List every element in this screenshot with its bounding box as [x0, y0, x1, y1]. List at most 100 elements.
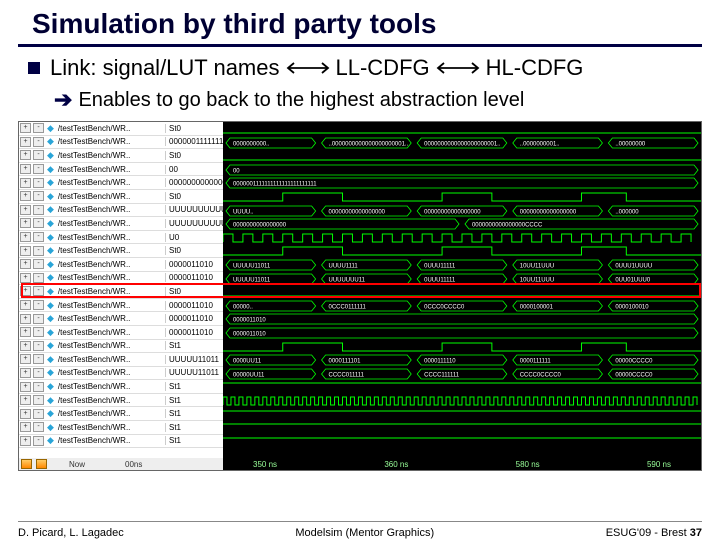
signal-row[interactable]: +-◆/testTestBench/WR..St1	[19, 380, 223, 394]
signal-row[interactable]: +-◆/testTestBench/WR..0000011010	[19, 312, 223, 326]
signal-row[interactable]: +-◆/testTestBench/WR..St1	[19, 435, 223, 449]
signal-value: 0000011010	[165, 301, 223, 310]
waveform-lane: 0000000000....0000000000000000000001..00…	[223, 136, 701, 150]
collapse-button[interactable]: -	[33, 409, 44, 419]
expand-button[interactable]: +	[20, 382, 31, 392]
collapse-button[interactable]: -	[33, 205, 44, 215]
signal-icon: ◆	[47, 164, 54, 175]
signal-icon: ◆	[47, 123, 54, 134]
footer-authors: D. Picard, L. Lagadec	[18, 527, 124, 539]
footer-right: ESUG'09 - Brest 37	[606, 527, 702, 539]
expand-button[interactable]: +	[20, 191, 31, 201]
collapse-button[interactable]: -	[33, 327, 44, 337]
collapse-button[interactable]: -	[33, 232, 44, 242]
collapse-button[interactable]: -	[33, 259, 44, 269]
svg-text:..0000000001..: ..0000000001..	[520, 141, 560, 147]
expand-button[interactable]: +	[20, 327, 31, 337]
signal-row[interactable]: +-◆/testTestBench/WR..0000000000000000	[19, 176, 223, 190]
svg-text:00000UU11: 00000UU11	[233, 372, 265, 378]
svg-text:0000100010: 0000100010	[615, 304, 649, 310]
expand-button[interactable]: +	[20, 137, 31, 147]
collapse-button[interactable]: -	[33, 137, 44, 147]
collapse-button[interactable]: -	[33, 123, 44, 133]
signal-row[interactable]: +-◆/testTestBench/WR..0000011010	[19, 299, 223, 313]
collapse-button[interactable]: -	[33, 164, 44, 174]
signal-row[interactable]: +-◆/testTestBench/WR..St1	[19, 340, 223, 354]
expand-button[interactable]: +	[20, 409, 31, 419]
expand-button[interactable]: +	[20, 395, 31, 405]
signal-row[interactable]: +-◆/testTestBench/WR..St0	[19, 122, 223, 136]
expand-button[interactable]: +	[20, 205, 31, 215]
collapse-button[interactable]: -	[33, 382, 44, 392]
collapse-button[interactable]: -	[33, 368, 44, 378]
waveform-lane: 00000000000000000000000000000000CCCC	[223, 217, 701, 231]
signal-row[interactable]: +-◆/testTestBench/WR..0000011010	[19, 258, 223, 272]
signal-value: St1	[165, 423, 223, 432]
signal-value: UUUUU11011	[165, 355, 223, 364]
collapse-button[interactable]: -	[33, 150, 44, 160]
signal-name: /testTestBench/WR..	[56, 273, 165, 282]
svg-text:CCCC0CCCC0: CCCC0CCCC0	[520, 372, 562, 378]
collapse-button[interactable]: -	[33, 341, 44, 351]
expand-button[interactable]: +	[20, 341, 31, 351]
signal-row[interactable]: +-◆/testTestBench/WR..St1	[19, 407, 223, 421]
signal-row[interactable]: +-◆/testTestBench/WR..UUUUU11011	[19, 353, 223, 367]
svg-text:UUUUU11011: UUUUU11011	[233, 263, 271, 269]
collapse-button[interactable]: -	[33, 273, 44, 283]
collapse-button[interactable]: -	[33, 191, 44, 201]
signal-row[interactable]: +-◆/testTestBench/WR..UUUUUUUUUUUUUUUU	[19, 204, 223, 218]
svg-text:0CCC0111111: 0CCC0111111	[329, 304, 367, 310]
signal-name: /testTestBench/WR..	[56, 205, 165, 214]
collapse-button[interactable]: -	[33, 314, 44, 324]
svg-text:00000000000000000: 00000000000000000	[329, 209, 386, 215]
signal-row[interactable]: +-◆/testTestBench/WR..UUUUUUUUUUUUUUUU	[19, 217, 223, 231]
collapse-button[interactable]: -	[33, 422, 44, 432]
signal-row[interactable]: +-◆/testTestBench/WR..00	[19, 163, 223, 177]
expand-button[interactable]: +	[20, 436, 31, 446]
signal-row[interactable]: +-◆/testTestBench/WR..St0	[19, 190, 223, 204]
signal-row[interactable]: +-◆/testTestBench/WR..0000011010	[19, 326, 223, 340]
expand-button[interactable]: +	[20, 164, 31, 174]
arrow-right-icon: ➔	[54, 87, 72, 113]
signal-row[interactable]: +-◆/testTestBench/WR..UUUUU11011	[19, 367, 223, 381]
svg-text:0000000000000000000001..: 0000000000000000000001..	[424, 141, 501, 147]
expand-button[interactable]: +	[20, 368, 31, 378]
expand-button[interactable]: +	[20, 150, 31, 160]
signal-row[interactable]: +-◆/testTestBench/WR..St0	[19, 244, 223, 258]
svg-text:00000..: 00000..	[233, 304, 253, 310]
collapse-button[interactable]: -	[33, 300, 44, 310]
expand-button[interactable]: +	[20, 259, 31, 269]
expand-button[interactable]: +	[20, 300, 31, 310]
expand-button[interactable]: +	[20, 218, 31, 228]
signal-row[interactable]: +-◆/testTestBench/WR..St1	[19, 394, 223, 408]
signal-row[interactable]: +-◆/testTestBench/WR..St1	[19, 421, 223, 435]
collapse-button[interactable]: -	[33, 436, 44, 446]
signal-icon: ◆	[47, 408, 54, 419]
expand-button[interactable]: +	[20, 273, 31, 283]
expand-button[interactable]: +	[20, 314, 31, 324]
svg-text:0CCC0CCCC0: 0CCC0CCCC0	[424, 304, 465, 310]
signal-row[interactable]: +-◆/testTestBench/WR..0000001111111111	[19, 136, 223, 150]
expand-button[interactable]: +	[20, 354, 31, 364]
collapse-button[interactable]: -	[33, 218, 44, 228]
signal-row[interactable]: +-◆/testTestBench/WR..St0	[19, 149, 223, 163]
waveform-lane: 0000011010	[223, 312, 701, 326]
collapse-button[interactable]: -	[33, 246, 44, 256]
signal-name: /testTestBench/WR..	[56, 396, 165, 405]
expand-button[interactable]: +	[20, 246, 31, 256]
signal-name: /testTestBench/WR..	[56, 165, 165, 174]
signal-value: 0000011010	[165, 260, 223, 269]
collapse-button[interactable]: -	[33, 395, 44, 405]
expand-button[interactable]: +	[20, 232, 31, 242]
signal-icon: ◆	[47, 395, 54, 406]
collapse-button[interactable]: -	[33, 354, 44, 364]
time-tick: 590 ns	[647, 460, 671, 469]
signal-row[interactable]: +-◆/testTestBench/WR..U0	[19, 231, 223, 245]
signal-name: /testTestBench/WR..	[56, 423, 165, 432]
signal-icon: ◆	[47, 313, 54, 324]
expand-button[interactable]: +	[20, 123, 31, 133]
expand-button[interactable]: +	[20, 178, 31, 188]
svg-text:00000CCCC0: 00000CCCC0	[615, 359, 653, 365]
expand-button[interactable]: +	[20, 422, 31, 432]
collapse-button[interactable]: -	[33, 178, 44, 188]
